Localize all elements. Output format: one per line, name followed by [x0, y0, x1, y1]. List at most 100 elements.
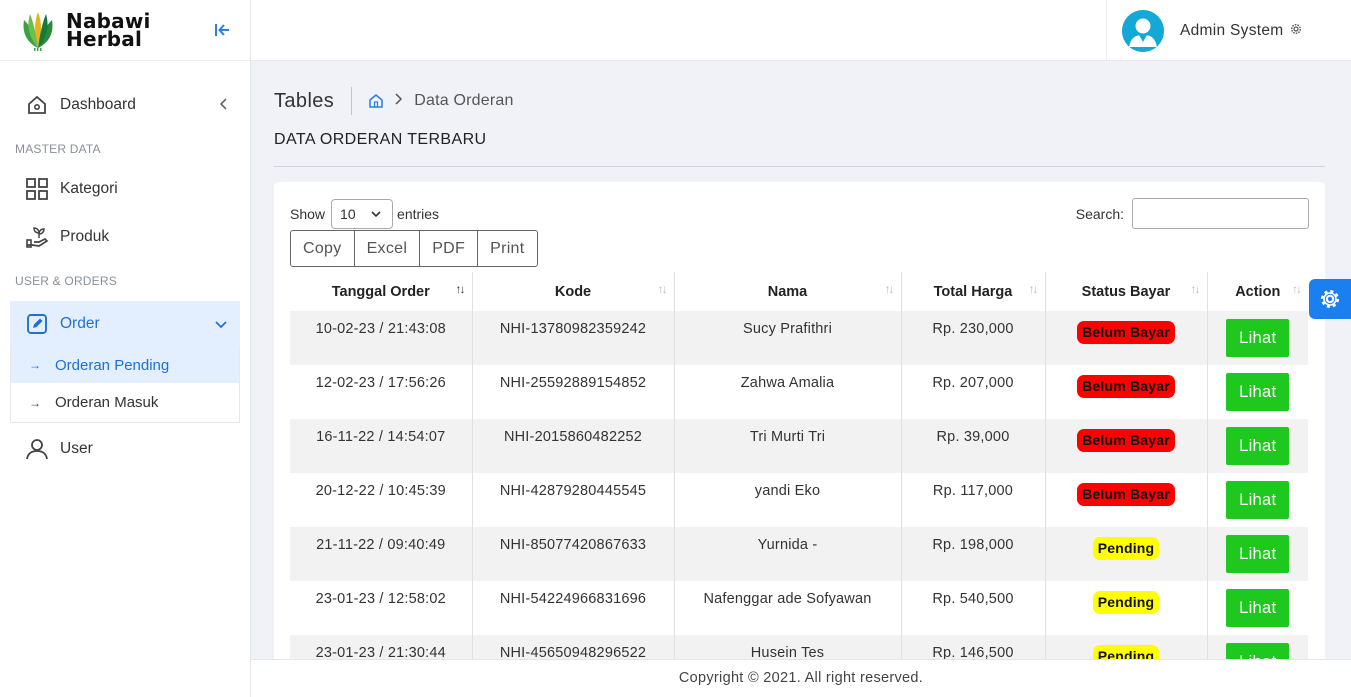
sidebar-item-dashboard[interactable]: Dashboard [0, 81, 250, 129]
sidebar-item-produk[interactable]: Produk [0, 213, 250, 261]
cell-nama: Yurnida - [674, 527, 902, 581]
lihat-button[interactable]: Lihat [1226, 427, 1290, 465]
pdf-button[interactable]: PDF [420, 231, 479, 266]
search-input[interactable] [1132, 198, 1309, 229]
lihat-button[interactable]: Lihat [1226, 589, 1290, 627]
sidebar-subitem-label: Orderan Masuk [55, 394, 159, 411]
table-header-row: Tanggal Order ↑↓ Kode ↑↓ Nama ↑↓ Total Harg… [290, 272, 1308, 311]
excel-button[interactable]: Excel [355, 231, 421, 266]
entries-label: entries [397, 206, 440, 222]
home-breadcrumb-icon[interactable] [368, 93, 384, 109]
table-row: 21-11-22 / 09:40:49 NHI-85077420867633 Y… [290, 527, 1308, 581]
cell-status: Belum Bayar [1045, 311, 1208, 365]
lihat-button[interactable]: Lihat [1226, 319, 1290, 357]
chevron-left-icon [218, 97, 228, 114]
cell-tanggal: 23-01-23 / 12:58:02 [290, 581, 473, 635]
cell-total: Rp. 230,000 [901, 311, 1046, 365]
user-name: Admin System [1180, 21, 1284, 39]
cell-nama: Sucy Prafithri [674, 311, 902, 365]
status-badge: Belum Bayar [1077, 483, 1175, 506]
cell-total: Rp. 146,500 [901, 635, 1046, 662]
sidebar-nav: Dashboard MASTER DATA Kategori Produk US… [0, 61, 250, 473]
sidebar-item-label: Order [60, 315, 100, 332]
cell-nama: Zahwa Amalia [674, 365, 902, 419]
page-title: Tables [274, 89, 335, 112]
table-row: 10-02-23 / 21:43:08 NHI-13780982359242 S… [290, 311, 1308, 365]
column-header-tanggal-order[interactable]: Tanggal Order ↑↓ [290, 272, 473, 311]
cell-kode: NHI-45650948296522 [472, 635, 675, 662]
print-button[interactable]: Print [478, 231, 536, 266]
cell-status: Pending [1045, 527, 1208, 581]
cell-action: Lihat [1207, 473, 1308, 527]
sidebar-subitem-orderan-pending[interactable]: → Orderan Pending [11, 347, 239, 383]
cell-tanggal: 20-12-22 / 10:45:39 [290, 473, 473, 527]
chevron-down-icon [214, 316, 228, 332]
cell-action: Lihat [1207, 365, 1308, 419]
copy-button[interactable]: Copy [291, 231, 355, 266]
brand[interactable]: Nabawi Herbal [0, 0, 250, 61]
user-icon [24, 436, 50, 462]
cell-nama: Tri Murti Tri [674, 419, 902, 473]
cell-kode: NHI-25592889154852 [472, 365, 675, 419]
status-badge: Pending [1092, 537, 1160, 560]
search-control: Search: [1076, 198, 1309, 229]
plant-hand-icon [24, 224, 50, 250]
collapse-sidebar-icon[interactable] [212, 20, 232, 40]
main-content: Tables Data Orderan DATA ORDERAN TERBARU… [251, 61, 1351, 662]
section-label-master-data: MASTER DATA [15, 142, 101, 156]
leaf-logo-icon [23, 12, 53, 51]
sidebar-item-label: Kategori [60, 180, 118, 197]
cell-total: Rp. 198,000 [901, 527, 1046, 581]
cell-tanggal: 10-02-23 / 21:43:08 [290, 311, 473, 365]
show-label: Show [290, 206, 326, 222]
gear-icon[interactable] [1290, 23, 1302, 38]
sidebar-item-label: Produk [60, 228, 110, 245]
sidebar-subitem-orderan-masuk[interactable]: → Orderan Masuk [11, 383, 239, 422]
cell-kode: NHI-85077420867633 [472, 527, 675, 581]
cell-action: Lihat [1207, 419, 1308, 473]
breadcrumb-separator-icon [394, 92, 404, 111]
column-header-status-bayar[interactable]: Status Bayar ↑↓ [1045, 272, 1208, 311]
entries-select[interactable]: 10 [331, 199, 394, 229]
cell-tanggal: 16-11-22 / 14:54:07 [290, 419, 473, 473]
divider [351, 87, 353, 115]
orders-table: Tanggal Order ↑↓ Kode ↑↓ Nama ↑↓ Total Harg… [290, 272, 1308, 662]
sort-icon: ↑↓ [884, 282, 895, 296]
user-menu[interactable]: Admin System [1106, 0, 1351, 61]
cell-action: Lihat [1207, 635, 1308, 662]
cell-action: Lihat [1207, 311, 1308, 365]
column-header-action[interactable]: Action ↑↓ [1207, 272, 1308, 311]
column-header-label: Status Bayar [1081, 283, 1171, 300]
column-header-label: Total Harga [933, 283, 1013, 300]
column-header-total-harga[interactable]: Total Harga ↑↓ [901, 272, 1046, 311]
lihat-button[interactable]: Lihat [1226, 481, 1290, 519]
sidebar-subitem-label: Orderan Pending [55, 356, 170, 374]
table-row: 12-02-23 / 17:56:26 NHI-25592889154852 Z… [290, 365, 1308, 419]
sort-asc-icon: ↑↓ [455, 282, 466, 296]
cell-status: Belum Bayar [1045, 473, 1208, 527]
sidebar-item-order[interactable]: Order [10, 301, 240, 347]
brand-line2: Herbal [66, 27, 143, 51]
sidebar-item-label: Dashboard [60, 96, 136, 113]
breadcrumb-current: Data Orderan [414, 92, 514, 109]
grid-icon [24, 176, 50, 202]
status-badge: Belum Bayar [1077, 429, 1175, 452]
status-badge: Belum Bayar [1077, 321, 1175, 344]
column-header-kode[interactable]: Kode ↑↓ [472, 272, 675, 311]
sidebar-item-kategori[interactable]: Kategori [0, 165, 250, 213]
sort-icon: ↑↓ [1292, 282, 1302, 296]
cell-total: Rp. 540,500 [901, 581, 1046, 635]
cell-status: Pending [1045, 581, 1208, 635]
sidebar-item-user[interactable]: User [0, 425, 250, 473]
status-badge: Pending [1092, 591, 1160, 614]
export-buttons: Copy Excel PDF Print [290, 230, 538, 267]
table-row: 23-01-23 / 12:58:02 NHI-54224966831696 N… [290, 581, 1308, 635]
column-header-nama[interactable]: Nama ↑↓ [674, 272, 902, 311]
cell-action: Lihat [1207, 527, 1308, 581]
settings-float-button[interactable] [1309, 279, 1351, 319]
footer: Copyright © 2021. All right reserved. [251, 659, 1351, 697]
cell-status: Belum Bayar [1045, 365, 1208, 419]
cell-nama: Nafenggar ade Sofyawan [674, 581, 902, 635]
lihat-button[interactable]: Lihat [1226, 373, 1290, 411]
lihat-button[interactable]: Lihat [1226, 535, 1290, 573]
